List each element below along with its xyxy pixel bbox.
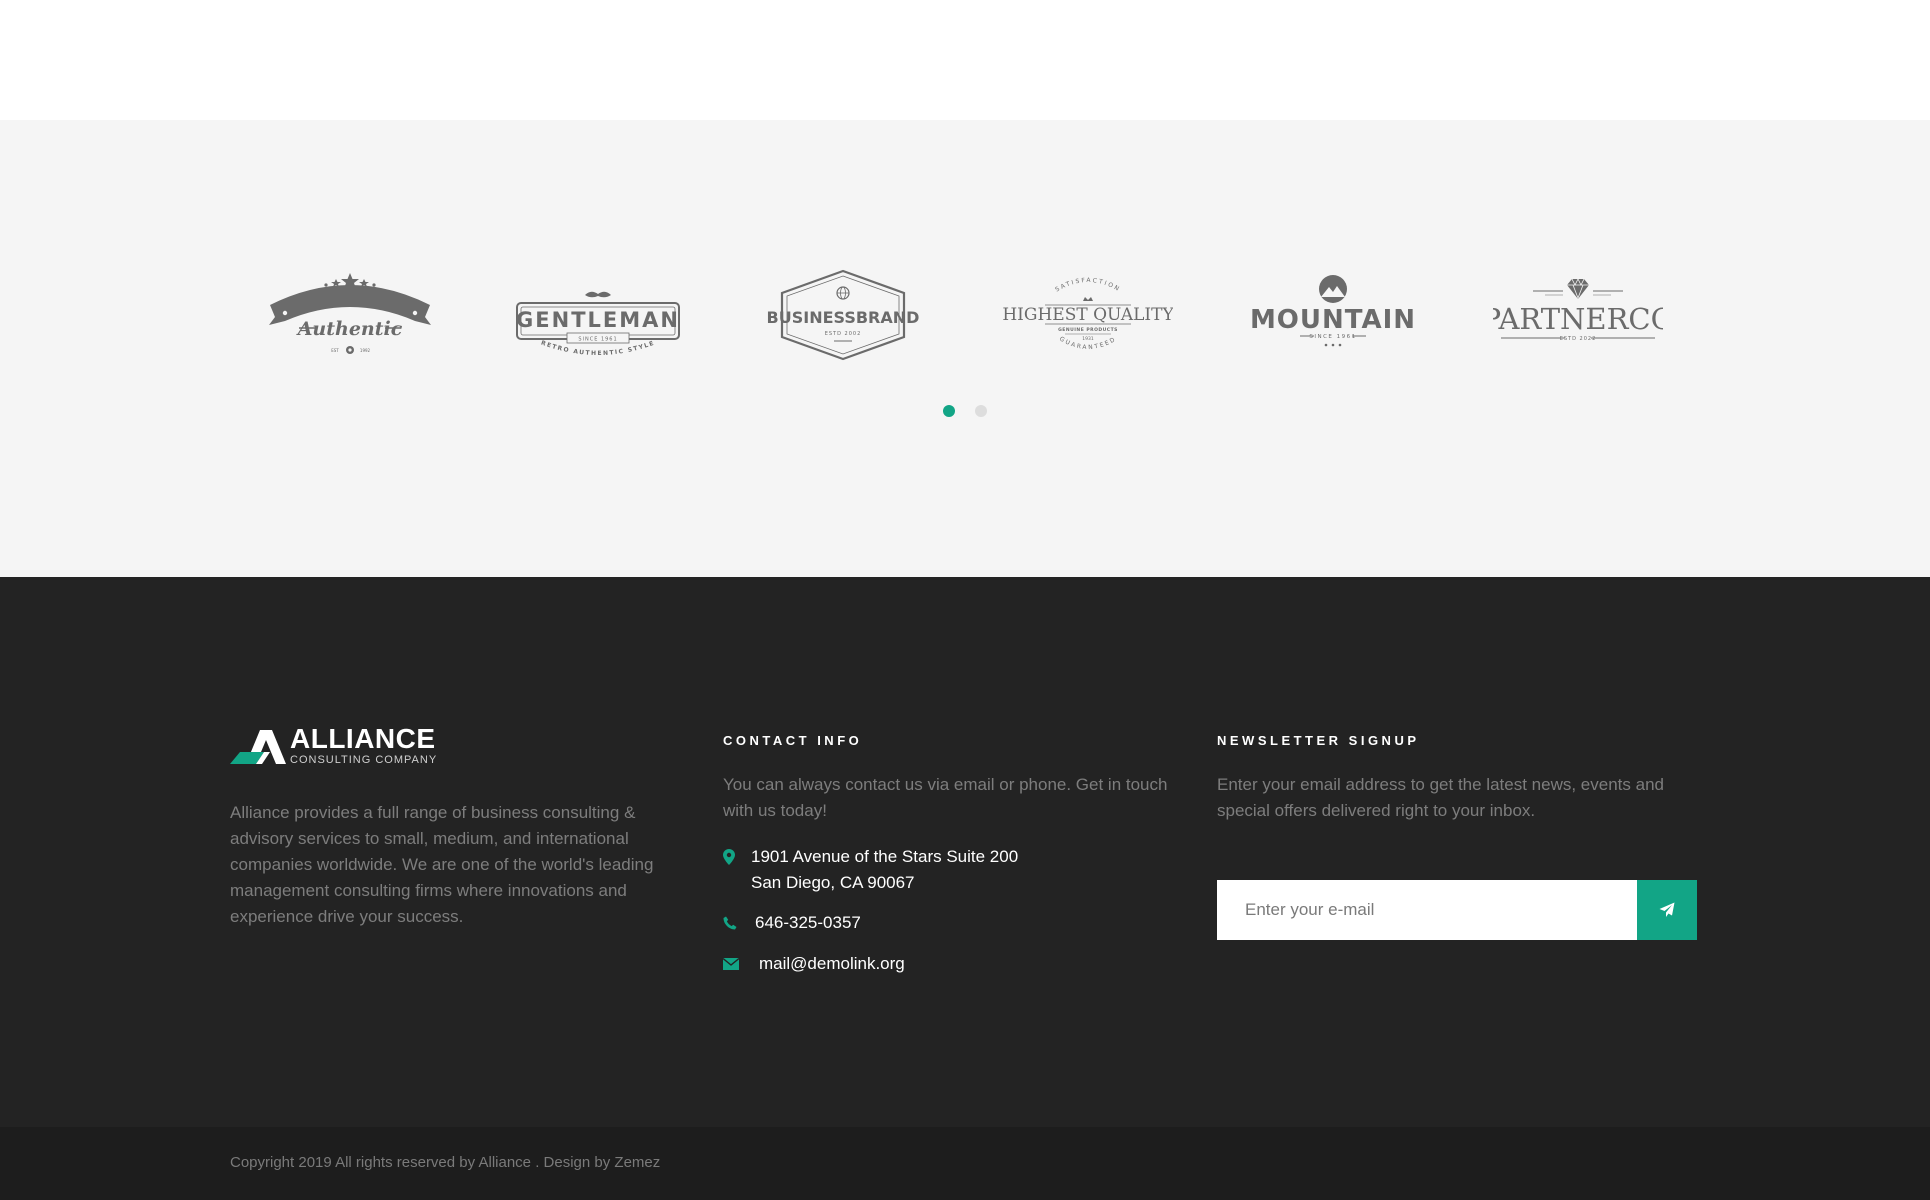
send-icon — [1659, 902, 1675, 917]
businessbrand-logo-text: BUSINESSBRAND — [767, 308, 920, 327]
footer-bottom-bar: Copyright 2019 All rights reserved by Al… — [0, 1127, 1930, 1200]
address-line-1: 1901 Avenue of the Stars Suite 200 — [751, 847, 1019, 866]
authentic-logo-text: Authentic — [296, 318, 403, 340]
alliance-logo-icon — [230, 730, 286, 764]
designer-link[interactable]: Zemez — [614, 1154, 660, 1171]
client-logo-highest-quality[interactable]: SATISFACTION HIGHEST QUALITY GENUINE PRO… — [1000, 265, 1176, 365]
contact-address: 1901 Avenue of the Stars Suite 200 San D… — [723, 844, 1018, 896]
carousel-dot-2[interactable] — [975, 405, 987, 417]
phone-icon — [723, 910, 755, 936]
svg-text:SATISFACTION: SATISFACTION — [1054, 277, 1122, 294]
copyright-company-link[interactable]: Alliance — [478, 1154, 531, 1171]
contact-email: mail@demolink.org — [723, 951, 905, 977]
hq-top-text: SATISFACTION — [1054, 277, 1120, 294]
phone-link[interactable]: 646-325-0357 — [755, 910, 861, 936]
footer-brand-logo[interactable]: ALLIANCE CONSULTING COMPANY — [230, 725, 437, 767]
gentleman-logo-text: GENTLEMAN — [516, 308, 680, 332]
copyright-text: Copyright 2019 All rights reserved by Al… — [230, 1154, 660, 1171]
email-link[interactable]: mail@demolink.org — [759, 951, 905, 977]
client-logo-businessbrand[interactable]: BUSINESSBRAND ESTD 2002 — [755, 265, 931, 365]
client-logo-gentleman[interactable]: GENTLEMAN SINCE 1961 RETRO AUTHENTIC STY… — [510, 265, 686, 365]
map-pin-icon — [723, 844, 751, 870]
copyright-prefix: Copyright 2019 All rights reserved by — [230, 1154, 476, 1171]
hq-year-text: 1931 — [1082, 336, 1094, 342]
newsletter-submit-button[interactable] — [1637, 880, 1697, 940]
highest-quality-logo-text: HIGHEST QUALITY — [1003, 305, 1173, 325]
newsletter-email-input[interactable] — [1217, 880, 1637, 940]
top-blank-area — [0, 0, 1930, 120]
copyright-separator: . Design by — [535, 1154, 611, 1171]
clients-section: Authentic EST 1992 GENTLEMAN SINCE 1961 … — [0, 120, 1930, 577]
hq-mid-text: GENUINE PRODUCTS — [1058, 327, 1118, 333]
svg-text:1992: 1992 — [360, 348, 371, 353]
partnerco-est-text: ESTD 2022 — [1560, 336, 1597, 342]
newsletter-heading: NEWSLETTER SIGNUP — [1217, 733, 1420, 748]
brand-subtitle: CONSULTING COMPANY — [290, 754, 438, 766]
footer-about-text: Alliance provides a full range of busine… — [230, 803, 654, 926]
brand-name: ALLIANCE — [290, 723, 436, 754]
carousel-dot-1[interactable] — [943, 405, 955, 417]
newsletter-form — [1217, 880, 1697, 940]
svg-text:EST: EST — [331, 348, 339, 353]
carousel-pagination — [0, 405, 1930, 417]
contact-heading: CONTACT INFO — [723, 733, 863, 748]
client-logo-partnerco[interactable]: PARTNERCO ESTD 2022 — [1490, 265, 1666, 365]
contact-phone: 646-325-0357 — [723, 910, 861, 936]
gentleman-since-text: SINCE 1961 — [578, 337, 617, 343]
client-logo-authentic[interactable]: Authentic EST 1992 — [262, 265, 438, 365]
businessbrand-est-text: ESTD 2002 — [825, 331, 862, 337]
address-line-2: San Diego, CA 90067 — [751, 873, 915, 892]
newsletter-intro: Enter your email address to get the late… — [1217, 775, 1664, 820]
partnerco-logo-text: PARTNERCO — [1493, 302, 1663, 336]
envelope-icon — [723, 951, 759, 977]
mountain-logo-text: MOUNTAIN — [1250, 305, 1416, 335]
client-logo-mountain[interactable]: MOUNTAIN SINCE 1961 — [1245, 265, 1421, 365]
contact-intro: You can always contact us via email or p… — [723, 775, 1168, 820]
mountain-since-text: SINCE 1961 — [1309, 334, 1356, 340]
footer: ALLIANCE CONSULTING COMPANY Alliance pro… — [0, 577, 1930, 1127]
